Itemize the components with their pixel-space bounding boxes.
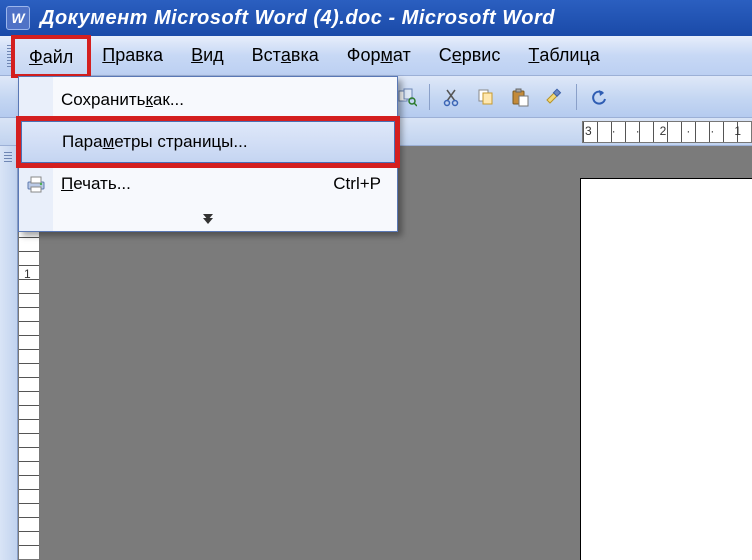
menu-format[interactable]: Формат: [333, 36, 425, 75]
horizontal-ruler[interactable]: 3··2··1··: [582, 121, 752, 143]
format-painter-button[interactable]: [539, 82, 569, 112]
window-title: Документ Microsoft Word (4).doc - Micros…: [40, 7, 555, 30]
menu-table[interactable]: Таблица: [514, 36, 613, 75]
gutter-grip-icon[interactable]: [4, 152, 12, 162]
toolbar-separator: [429, 84, 430, 110]
menu-item-save-as[interactable]: Сохранить как...: [19, 79, 397, 121]
app-icon-letter: W: [11, 10, 24, 26]
document-page[interactable]: [580, 178, 752, 560]
menu-view[interactable]: Вид: [177, 36, 238, 75]
menu-expand-chevron-icon[interactable]: [19, 205, 397, 229]
paste-button[interactable]: [505, 82, 535, 112]
save-as-icon: [23, 87, 49, 113]
menu-service[interactable]: Сервис: [425, 36, 515, 75]
menu-item-page-setup[interactable]: Параметры страницы...: [21, 121, 395, 163]
toolbar-separator: [576, 84, 577, 110]
page-setup-icon: [24, 129, 50, 155]
menu-file[interactable]: Файл: [14, 38, 88, 75]
menubar-grip-icon[interactable]: [4, 36, 14, 75]
menu-edit[interactable]: Правка: [88, 36, 177, 75]
menu-bar: Файл Правка Вид Вставка Формат Сервис Та…: [0, 36, 752, 76]
title-bar: W Документ Microsoft Word (4).doc - Micr…: [0, 0, 752, 36]
copy-button[interactable]: [471, 82, 501, 112]
menu-item-print-shortcut: Ctrl+P: [333, 174, 381, 194]
undo-button[interactable]: [584, 82, 614, 112]
menu-item-print[interactable]: Печать... Ctrl+P: [19, 163, 397, 205]
cut-button[interactable]: [437, 82, 467, 112]
menu-insert[interactable]: Вставка: [238, 36, 333, 75]
printer-icon: [23, 171, 49, 197]
file-menu-dropdown: Сохранить как... Параметры страницы... П…: [18, 76, 398, 232]
toolbar-gutter: [0, 146, 18, 560]
hruler-numbers: 3··2··1··: [585, 124, 752, 138]
app-icon: W: [6, 6, 30, 30]
